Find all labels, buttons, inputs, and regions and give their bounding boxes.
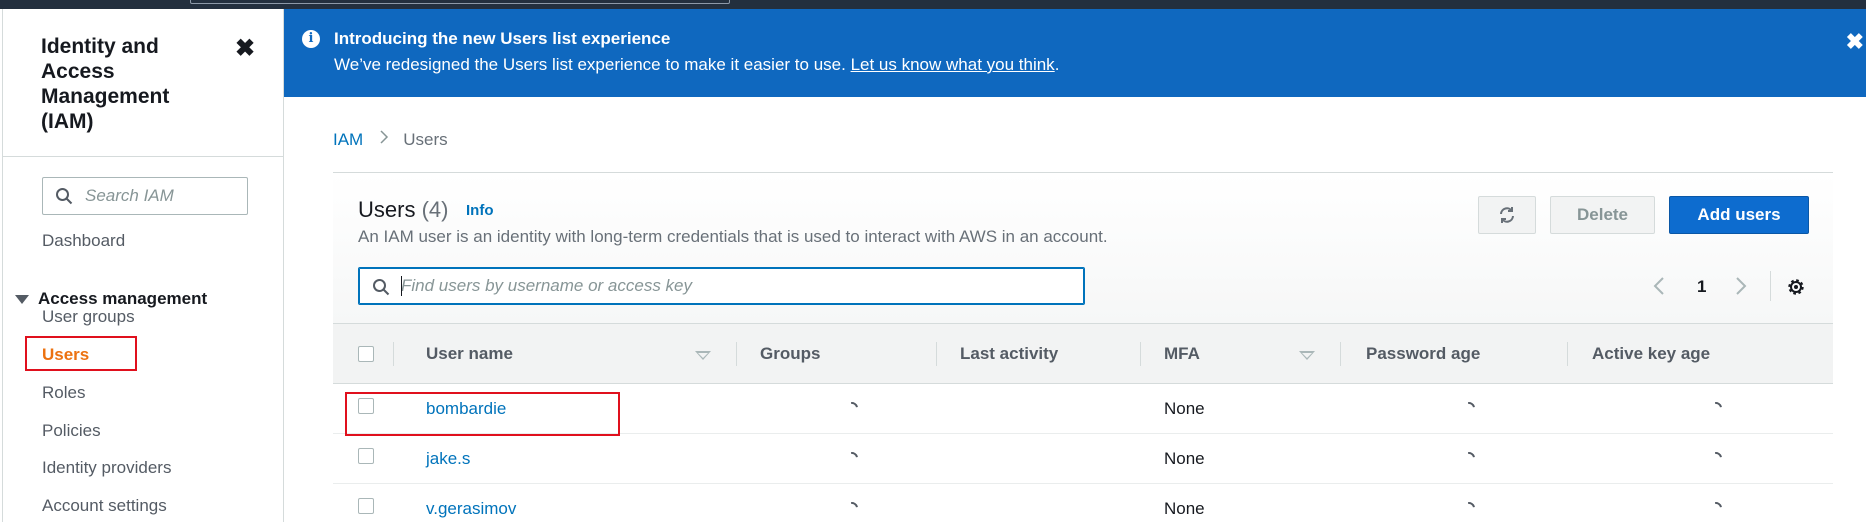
select-all-checkbox[interactable]	[358, 346, 374, 362]
refresh-button[interactable]	[1478, 196, 1536, 234]
chevron-left-icon[interactable]	[1653, 276, 1665, 296]
search-icon	[373, 279, 390, 296]
users-description: An IAM user is an identity with long-ter…	[358, 227, 1108, 246]
top-search-edge[interactable]	[190, 0, 730, 4]
sidebar-search-input[interactable]	[85, 186, 240, 206]
banner-message: We’ve redesigned the Users list experien…	[334, 55, 846, 74]
column-active-key-age[interactable]: Active key age	[1592, 344, 1710, 364]
sort-icon[interactable]	[695, 351, 711, 360]
column-divider	[1567, 342, 1568, 366]
column-divider	[936, 342, 937, 366]
banner-title: Introducing the new Users list experienc…	[334, 29, 671, 48]
mfa-value: None	[1164, 399, 1205, 418]
sidebar-item-identity-providers[interactable]: Identity providers	[42, 458, 171, 478]
row-checkbox[interactable]	[358, 498, 374, 514]
column-groups[interactable]: Groups	[760, 344, 820, 364]
sort-icon[interactable]	[1299, 351, 1315, 360]
sidebar-title: Identity and Access Management (IAM)	[41, 35, 170, 133]
sidebar-section-label: Access management	[38, 289, 208, 308]
search-icon	[56, 188, 73, 205]
column-user-name[interactable]: User name	[426, 344, 513, 364]
page-number[interactable]: 1	[1697, 277, 1706, 297]
table-row[interactable]: v.gerasimov None	[333, 484, 1833, 522]
add-users-button[interactable]: Add users	[1669, 196, 1809, 234]
highlight-box-first-user	[345, 392, 620, 436]
mfa-value: None	[1164, 449, 1205, 468]
loading-spinner-icon	[843, 399, 861, 417]
info-icon: i	[302, 30, 320, 48]
gear-icon[interactable]	[1786, 277, 1806, 297]
banner-text: We’ve redesigned the Users list experien…	[334, 55, 1059, 75]
close-icon[interactable]: ✖	[235, 34, 255, 63]
sidebar-divider	[3, 156, 283, 157]
column-divider	[393, 342, 394, 366]
pager-divider	[1770, 271, 1771, 301]
users-header: Users (4) Info An IAM user is an identit…	[333, 173, 1833, 323]
highlight-box-users-nav	[25, 336, 137, 371]
breadcrumb-users: Users	[403, 130, 448, 149]
breadcrumb: IAM Users	[333, 129, 448, 150]
column-divider	[1340, 342, 1341, 366]
banner-period: .	[1054, 55, 1060, 74]
user-name-link[interactable]: v.gerasimov	[426, 499, 516, 519]
loading-spinner-icon	[1707, 499, 1725, 517]
top-nav-strip	[0, 0, 1866, 9]
column-divider	[736, 342, 737, 366]
chevron-right-icon[interactable]	[1735, 276, 1747, 296]
sidebar-item-account-settings[interactable]: Account settings	[42, 496, 167, 516]
chevron-right-icon	[380, 130, 389, 144]
sidebar-section-access-management[interactable]: Access management	[15, 289, 207, 309]
users-filter-input[interactable]	[401, 276, 1061, 296]
banner-close-icon[interactable]: ✖	[1846, 29, 1864, 55]
users-count: (4)	[421, 197, 449, 222]
column-last-activity[interactable]: Last activity	[960, 344, 1058, 364]
row-checkbox[interactable]	[358, 448, 374, 464]
info-link[interactable]: Info	[466, 202, 494, 219]
banner-feedback-link[interactable]: Let us know what you think	[851, 55, 1055, 74]
loading-spinner-icon	[843, 499, 861, 517]
users-filter[interactable]	[358, 267, 1085, 305]
sidebar-item-dashboard[interactable]: Dashboard	[42, 231, 125, 251]
delete-button[interactable]: Delete	[1550, 196, 1655, 234]
loading-spinner-icon	[1707, 449, 1725, 467]
mfa-value: None	[1164, 499, 1205, 518]
refresh-icon	[1500, 207, 1514, 223]
sidebar-item-policies[interactable]: Policies	[42, 421, 101, 441]
table-header: User name Groups Last activity MFA Passw…	[333, 323, 1833, 384]
sidebar-search[interactable]	[42, 177, 248, 215]
users-table-container: Users (4) Info An IAM user is an identit…	[333, 172, 1833, 522]
loading-spinner-icon	[1460, 449, 1478, 467]
loading-spinner-icon	[843, 449, 861, 467]
loading-spinner-icon	[1707, 399, 1725, 417]
text-cursor	[401, 276, 402, 296]
user-name-link[interactable]: jake.s	[426, 449, 470, 469]
table-row[interactable]: jake.s None	[333, 434, 1833, 484]
users-title: Users (4)	[358, 197, 448, 223]
sidebar: Identity and Access Management (IAM) ✖ D…	[2, 9, 284, 522]
loading-spinner-icon	[1460, 399, 1478, 417]
users-title-text: Users	[358, 197, 416, 222]
breadcrumb-iam[interactable]: IAM	[333, 130, 363, 149]
loading-spinner-icon	[1460, 499, 1478, 517]
caret-down-icon	[15, 295, 29, 305]
column-password-age[interactable]: Password age	[1366, 344, 1480, 364]
sidebar-item-user-groups[interactable]: User groups	[42, 307, 135, 327]
announcement-banner: i Introducing the new Users list experie…	[284, 9, 1866, 97]
column-mfa[interactable]: MFA	[1164, 344, 1200, 364]
column-divider	[1140, 342, 1141, 366]
sidebar-item-roles[interactable]: Roles	[42, 383, 85, 403]
